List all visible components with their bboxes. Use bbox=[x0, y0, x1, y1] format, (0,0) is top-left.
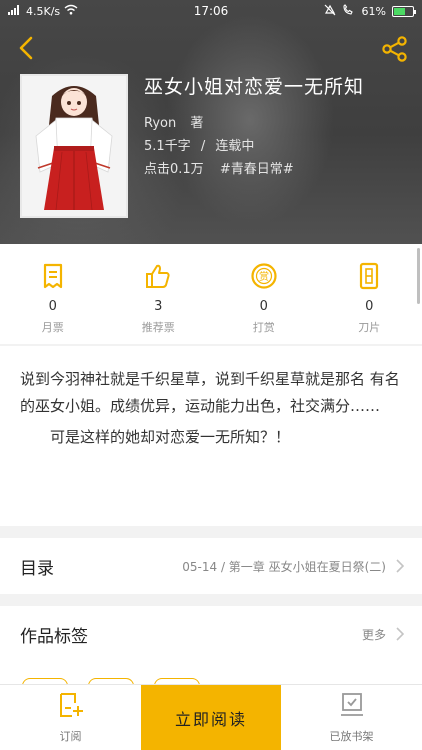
battery-level bbox=[394, 7, 405, 15]
stat-monthly-ticket[interactable]: 0 月票 bbox=[0, 244, 106, 344]
stat-reward[interactable]: 赏 0 打赏 bbox=[211, 244, 317, 344]
stat-label: 推荐票 bbox=[141, 321, 175, 334]
genre-tag[interactable]: #青春日常# bbox=[220, 162, 294, 177]
serial-status: 连载中 bbox=[215, 139, 255, 154]
stat-value: 0 bbox=[365, 299, 374, 314]
catalog-title: 目录 bbox=[20, 558, 54, 579]
work-tags-title: 作品标签 bbox=[20, 626, 88, 647]
stat-value: 3 bbox=[154, 299, 163, 314]
shrine-maiden-illustration bbox=[22, 76, 126, 216]
book-title: 巫女小姐对恋爱一无所知 bbox=[144, 76, 365, 98]
tag-list bbox=[0, 660, 422, 690]
chevron-right-icon bbox=[396, 627, 404, 641]
status-bar: 4.5K/s 17:06 61% bbox=[0, 0, 422, 22]
book-author[interactable]: Ryon bbox=[144, 116, 176, 131]
book-header: 4.5K/s 17:06 61% 巫女小姐对恋爱一无所知 Ryon 著 5.1千… bbox=[0, 0, 422, 244]
subscribe-label: 订阅 bbox=[59, 729, 82, 743]
blade-icon bbox=[355, 262, 383, 290]
more-link[interactable]: 更多 bbox=[362, 626, 386, 643]
stat-label: 月票 bbox=[41, 321, 64, 334]
author-suffix: 著 bbox=[190, 116, 204, 131]
clock: 17:06 bbox=[193, 4, 229, 18]
thumbs-up-icon bbox=[144, 262, 172, 290]
word-count: 5.1千字 bbox=[144, 139, 191, 154]
stat-value: 0 bbox=[48, 299, 57, 314]
stat-label: 刀片 bbox=[358, 321, 381, 334]
scrollbar[interactable] bbox=[417, 248, 420, 304]
monthly-ticket-icon bbox=[39, 262, 67, 290]
svg-text:赏: 赏 bbox=[259, 271, 269, 283]
divider bbox=[0, 594, 422, 606]
read-now-button[interactable]: 立即阅读 bbox=[141, 685, 281, 750]
catalog-row[interactable]: 目录 05-14 / 第一章 巫女小姐在夏日祭(二) bbox=[0, 538, 422, 594]
stat-value: 0 bbox=[259, 299, 268, 314]
book-author-line: Ryon 著 bbox=[144, 112, 203, 131]
meta-separator: / bbox=[200, 139, 206, 154]
stat-label: 打赏 bbox=[252, 321, 275, 334]
work-tags-row[interactable]: 作品标签 更多 bbox=[0, 606, 422, 662]
book-length-line: 5.1千字 / 连载中 bbox=[144, 135, 254, 154]
chevron-right-icon bbox=[396, 559, 404, 573]
bookshelf-icon bbox=[340, 692, 364, 722]
subscribe-icon bbox=[59, 692, 83, 722]
shelf-label: 已放书架 bbox=[329, 729, 374, 743]
share-icon[interactable] bbox=[380, 34, 410, 64]
book-clicks-line: 点击0.1万 #青春日常# bbox=[144, 158, 294, 177]
back-arrow-icon[interactable] bbox=[12, 34, 40, 62]
synopsis-paragraph: 可是这样的她却对恋爱一无所知？！ bbox=[50, 428, 291, 446]
read-now-label: 立即阅读 bbox=[174, 709, 247, 729]
divider bbox=[0, 344, 422, 346]
book-cover[interactable] bbox=[20, 74, 128, 218]
reward-icon: 赏 bbox=[250, 262, 278, 290]
synopsis[interactable]: 说到今羽神社就是千织星草，说到千织星草就是那名 有名的巫女小姐。成绩优异，运动能… bbox=[20, 366, 404, 451]
synopsis-paragraph: 说到今羽神社就是千织星草，说到千织星草就是那名 有名的巫女小姐。成绩优异，运动能… bbox=[20, 370, 400, 415]
bottom-action-bar: 订阅 立即阅读 已放书架 bbox=[0, 684, 422, 750]
divider bbox=[0, 526, 422, 538]
add-to-shelf-button[interactable]: 已放书架 bbox=[281, 685, 422, 750]
click-count: 点击0.1万 bbox=[144, 162, 204, 177]
stats-row: 0 月票 3 推荐票 赏 0 打赏 0 刀片 bbox=[0, 244, 422, 344]
stat-recommend[interactable]: 3 推荐票 bbox=[106, 244, 212, 344]
stat-blade[interactable]: 0 刀片 bbox=[317, 244, 422, 344]
subscribe-button[interactable]: 订阅 bbox=[0, 685, 141, 750]
latest-chapter: 05-14 / 第一章 巫女小姐在夏日祭(二) bbox=[182, 559, 386, 574]
battery-icon bbox=[392, 5, 416, 17]
